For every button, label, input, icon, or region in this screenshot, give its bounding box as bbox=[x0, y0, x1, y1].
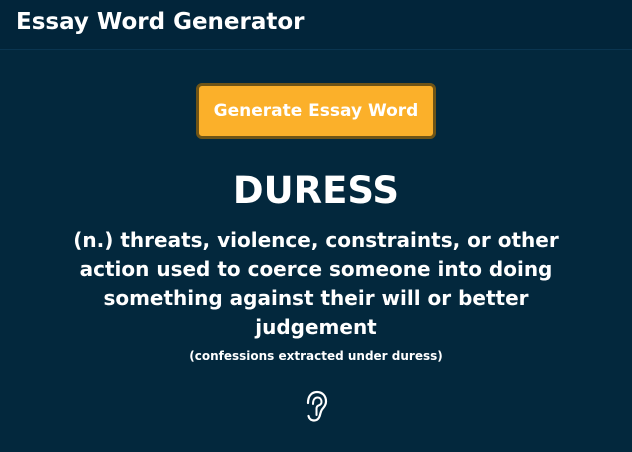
word-example: (confessions extracted under duress) bbox=[189, 349, 443, 363]
pronounce-button[interactable] bbox=[302, 388, 330, 424]
word-definition: (n.) threats, violence, constraints, or … bbox=[73, 228, 559, 339]
app-header: Essay Word Generator bbox=[0, 0, 632, 50]
generate-word-button[interactable]: Generate Essay Word bbox=[196, 83, 436, 139]
app-title: Essay Word Generator bbox=[16, 9, 305, 35]
essay-word: DURESS bbox=[232, 169, 400, 212]
ear-icon bbox=[306, 390, 328, 422]
